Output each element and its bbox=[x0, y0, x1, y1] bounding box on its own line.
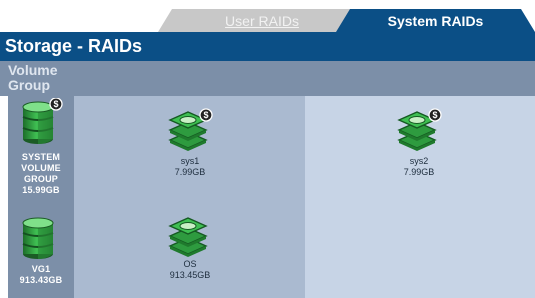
green-cylinder-icon bbox=[22, 217, 54, 259]
volume-group-item-vg1[interactable]: VG1 913.43GB bbox=[8, 216, 74, 286]
green-disk-stack-system-icon: $ bbox=[168, 108, 213, 151]
tab-user-raids-label[interactable]: User RAIDs bbox=[225, 13, 299, 29]
svg-text:$: $ bbox=[53, 99, 58, 109]
green-cylinder-system-icon: $ bbox=[22, 98, 63, 144]
volume-group-name: VG1 bbox=[31, 264, 51, 274]
green-disk-stack-icon bbox=[168, 217, 208, 257]
raid-item-sys2[interactable]: $ sys2 7.99GB bbox=[359, 108, 479, 178]
raid-item-sys1[interactable]: $ sys1 7.99GB bbox=[130, 108, 250, 178]
volume-group-name: SYSTEM VOLUME GROUP bbox=[21, 152, 61, 184]
svg-text:$: $ bbox=[432, 110, 437, 120]
green-disk-stack-system-icon: $ bbox=[397, 108, 442, 151]
raid-name: OS bbox=[183, 259, 197, 269]
volume-group-size: 15.99GB bbox=[22, 185, 60, 195]
tab-system-raids[interactable]: System RAIDs bbox=[336, 9, 535, 32]
tab-system-raids-label[interactable]: System RAIDs bbox=[388, 13, 484, 29]
raid-size: 913.45GB bbox=[169, 270, 211, 280]
raid-size: 7.99GB bbox=[403, 167, 435, 177]
raid-panel-system-volume-group: $ sys1 7.99GB OS 913.45GB bbox=[74, 96, 305, 298]
svg-text:$: $ bbox=[203, 110, 208, 120]
raid-panel-secondary: $ sys2 7.99GB bbox=[305, 96, 535, 298]
tab-bar: User RAIDs System RAIDs bbox=[0, 0, 535, 32]
page-title: Storage - RAIDs bbox=[0, 32, 535, 61]
raid-size: 7.99GB bbox=[174, 167, 206, 177]
volume-group-column: $ SYSTEM VOLUME GROUP 15.99GB VG1 913.43… bbox=[8, 96, 74, 298]
raid-name: sys1 bbox=[180, 156, 200, 166]
column-header-row: Volume Group bbox=[0, 61, 535, 96]
volume-group-size: 913.43GB bbox=[19, 275, 63, 285]
raid-item-os[interactable]: OS 913.45GB bbox=[130, 216, 250, 281]
tab-user-raids[interactable]: User RAIDs bbox=[158, 9, 366, 32]
volume-group-header: Volume Group bbox=[8, 62, 58, 93]
volume-group-item-system[interactable]: $ SYSTEM VOLUME GROUP 15.99GB bbox=[8, 98, 74, 196]
raid-name: sys2 bbox=[409, 156, 429, 166]
